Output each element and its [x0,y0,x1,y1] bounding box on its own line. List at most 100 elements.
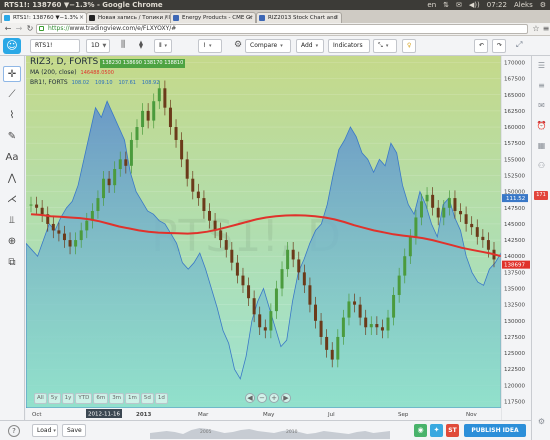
crosshair-icon[interactable]: ✛ [3,66,21,82]
scroll-left-icon[interactable]: ◀ [245,393,255,403]
notification-badge[interactable]: 171 [534,191,548,200]
undo-icon[interactable]: ↶ [474,39,488,53]
star-icon[interactable]: ☆ [531,24,541,34]
close-icon[interactable]: × [248,13,253,23]
calendar-icon[interactable]: ▦ [536,140,547,151]
compare-button[interactable]: Compare ▾ [245,39,291,53]
twitter-icon[interactable]: ✦ [430,424,443,437]
timeframe-button[interactable]: 3m [109,393,125,404]
timeframe-button[interactable]: 1m [125,393,140,404]
back-icon[interactable]: ← [3,24,13,34]
zoom-icon[interactable]: ⊕ [3,234,21,250]
candle-body [313,304,317,321]
tray-item[interactable]: Aleks [514,0,533,10]
alert-icon[interactable]: ⏰ [536,120,547,131]
mini-navigator[interactable] [150,423,390,439]
redo-icon[interactable]: ↷ [492,39,506,53]
fib-icon[interactable]: ⌇ [3,108,21,124]
candle-body [330,349,334,360]
forward-icon[interactable]: → [14,24,24,34]
price-tick-label: 160000 [504,125,525,131]
candle-body [152,101,156,121]
load-button[interactable]: Load ▾ [32,424,58,437]
reload-icon[interactable]: ↻ [25,24,35,34]
browser-tab[interactable]: RIZ2013 Stock Chart and × [256,12,342,23]
zoom-out-icon[interactable]: − [257,393,267,403]
chat-icon[interactable]: ✉ [536,100,547,111]
candle-body [475,227,479,237]
timeframe-button[interactable]: All [34,393,47,404]
close-icon[interactable]: × [164,13,169,23]
url-path: www.tradingview.com/e/FLXYOXY/# [69,25,177,32]
list-icon[interactable]: ≡ [536,80,547,91]
candle-body [364,317,368,328]
window-title: RTS1!: 138760 ▼−1.3% - Google Chrome [4,1,163,9]
br-last-label: 111.52 [506,196,525,202]
candle-body [403,256,407,276]
tray-item[interactable]: 07:22 [487,0,507,10]
symbol-input[interactable]: RTS1! [30,39,80,53]
chart-pane[interactable]: RTS1!, D 170000 167500 165000 162500 160000 15… [26,56,531,420]
chart-style-icon[interactable]: ⧫ [135,39,147,53]
ideas-icon[interactable]: ⚇ [536,160,547,171]
bars-style-select[interactable]: ⫴ ▾ [154,39,172,53]
save-button[interactable]: Save [62,424,86,437]
pattern-icon[interactable]: ⋀ [3,171,21,187]
stocktwits-icon[interactable]: ST [446,424,459,437]
candle-body [118,159,122,170]
text-icon[interactable]: Aa [3,150,21,166]
indicators-button[interactable]: Indicators [328,39,370,53]
hotlist-icon[interactable]: ☰ [536,60,547,71]
timeframe-button[interactable]: 1y [61,393,75,404]
idea-lightbulb-icon[interactable]: ♀ [402,39,416,53]
browser-tab[interactable]: Energy Products - CME Gr × [170,12,256,23]
chart-toolbar: ☺ RTS1! 1D ▼ ⫼ ⧫ ⫴ ▾ ⌇ ▾ ⚙ Compare ▾ Add ▾ In… [0,36,550,56]
tray-item[interactable]: ⇅ [443,0,449,10]
close-icon[interactable]: × [334,13,339,23]
drawings-select[interactable]: ⤡ ▾ [373,39,397,53]
timeframe-button[interactable]: YTD [75,393,93,404]
timeframe-button[interactable]: 5y [47,393,61,404]
stack-icon[interactable]: ⧉ [3,255,21,271]
price-tick-label: 127500 [504,335,525,341]
candle-body [375,324,379,328]
candle-body [35,204,39,208]
timeframe-button[interactable]: 5d [140,393,154,404]
candles-icon[interactable]: ⫼ [117,39,129,53]
tray-item[interactable]: ⚙ [540,0,546,10]
help-icon[interactable]: ? [8,425,20,437]
timeframe-button[interactable]: 1d [154,393,168,404]
tray-item[interactable]: ✉ [456,0,462,10]
fullscreen-icon[interactable]: ⤢ [512,39,526,53]
candle-body [414,217,418,237]
candle-body [51,223,55,231]
scroll-right-icon[interactable]: ▶ [281,393,291,403]
candle-body [464,214,468,224]
brush-icon[interactable]: ✎ [3,129,21,145]
menu-icon[interactable]: ≡ [541,24,550,34]
browser-tab[interactable]: Новая запись / Топики / I × [86,12,172,23]
close-icon[interactable]: × [79,13,84,23]
add-button[interactable]: Add ▾ [296,39,324,53]
tradingview-logo-icon[interactable]: ☺ [3,38,21,54]
price-chart[interactable]: RTS1!, D17000016750016500016250016000015… [26,56,531,420]
zoom-in-icon[interactable]: + [269,393,279,403]
timeframe-button[interactable]: 6m [93,393,109,404]
tray-item[interactable]: ◀)) [469,0,480,10]
interval-select[interactable]: 1D ▼ [86,39,110,53]
prediction-icon[interactable]: ⋌ [3,192,21,208]
legend-br-label: BR1!, FORTS [30,79,68,86]
camera-icon[interactable]: ◉ [414,424,427,437]
trend-line-icon[interactable]: ⟋ [3,87,21,103]
settings-gear-icon[interactable]: ⚙ [230,39,246,53]
gear-icon[interactable]: ⚙ [536,416,547,427]
tab-title: RTS1!: 138760 ▼−1.3% [13,15,79,21]
chevron-down-icon: ▾ [53,428,56,434]
line-style-select[interactable]: ⌇ ▾ [198,39,222,53]
publish-idea-button[interactable]: PUBLISH IDEA [464,424,526,437]
address-bar[interactable]: https://www.tradingview.com/e/FLXYOXY/# [36,24,528,34]
chevron-down-icon: ▾ [164,43,168,49]
measure-icon[interactable]: ⫫ [3,213,21,229]
tray-item[interactable]: en [427,0,436,10]
browser-tab[interactable]: RTS1!: 138760 ▼−1.3% × [1,12,87,23]
